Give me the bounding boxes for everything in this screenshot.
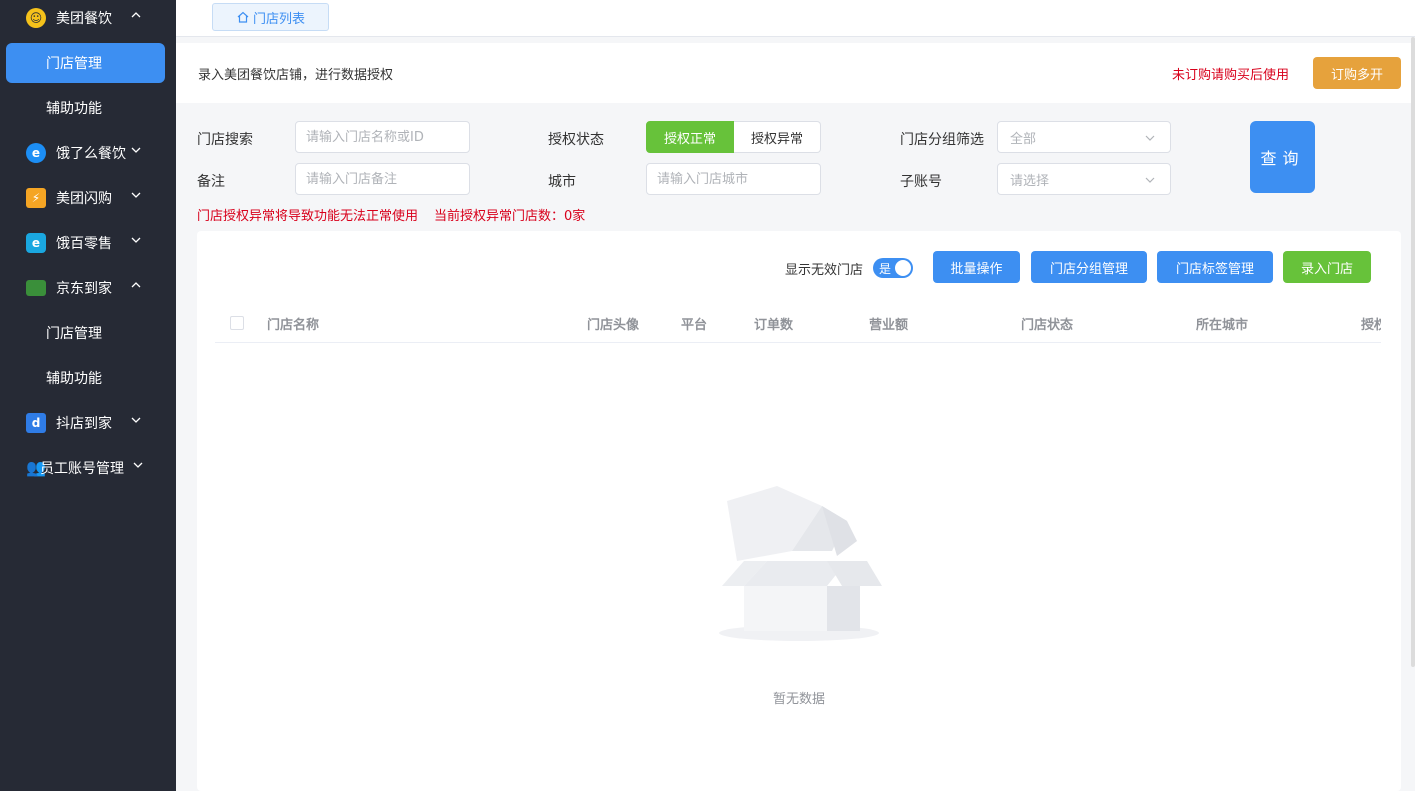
nav-sub-label: 辅助功能: [46, 371, 102, 387]
search-label: 门店搜索: [197, 132, 253, 148]
auth-status-toggle: 授权正常 授权异常: [646, 121, 821, 153]
meituan-icon: ☺: [26, 7, 46, 28]
sidebar-item-store-management[interactable]: 门店管理: [6, 43, 165, 83]
tab-bar: 门店列表: [176, 0, 1415, 37]
jd-icon: [26, 279, 46, 296]
eleme-icon: e: [26, 142, 46, 163]
store-table-card: 显示无效门店 是 批量操作 门店分组管理 门店标签管理 录入门店 门店名称 门店…: [197, 231, 1401, 791]
city-input[interactable]: [646, 163, 821, 195]
nav-sub-label: 辅助功能: [46, 101, 102, 117]
auth-normal-option[interactable]: 授权正常: [646, 121, 734, 153]
chevron-down-icon: [131, 192, 141, 198]
column-store-status: 门店状态: [1021, 318, 1074, 333]
switch-knob: [895, 260, 911, 276]
column-store-avatar: 门店头像: [587, 318, 640, 333]
chevron-down-icon: [1145, 177, 1155, 183]
batch-operation-button[interactable]: 批量操作: [933, 251, 1020, 283]
empty-text: 暂无数据: [772, 692, 825, 707]
nav-group-label: 美团闪购: [56, 190, 112, 207]
nav-group-staff[interactable]: 👥 员工账号管理: [0, 445, 176, 490]
show-invalid-switch[interactable]: 是: [873, 258, 913, 278]
subaccount-label: 子账号: [900, 174, 942, 190]
column-city: 所在城市: [1196, 318, 1249, 333]
nav-group-label: 饿了么餐饮: [56, 145, 126, 162]
column-revenue: 营业额: [869, 318, 909, 333]
add-store-button[interactable]: 录入门店: [1283, 251, 1371, 283]
chevron-up-icon: [131, 12, 141, 18]
sidebar-item-jd-store-management[interactable]: 门店管理: [6, 313, 165, 353]
tab-label: 门店列表: [252, 11, 305, 27]
column-order-count: 订单数: [754, 318, 794, 333]
switch-text: 是: [879, 262, 892, 276]
sidebar: ☺ 美团餐饮 门店管理 辅助功能 e 饿了么餐饮 ⚡ 美团闪购 e 饿百零售 京…: [0, 0, 176, 791]
sidebar-item-auxiliary[interactable]: 辅助功能: [6, 88, 165, 128]
chevron-up-icon: [131, 282, 141, 288]
subaccount-select[interactable]: 请选择: [997, 163, 1171, 195]
column-store-name: 门店名称: [267, 318, 320, 333]
nav-sub-label: 门店管理: [46, 56, 102, 72]
auth-warning-text: 门店授权异常将导致功能无法正常使用: [197, 209, 419, 224]
remark-label: 备注: [197, 174, 225, 190]
nav-group-elebai[interactable]: e 饿百零售: [0, 220, 176, 265]
select-all-checkbox[interactable]: [230, 316, 244, 330]
nav-group-label: 抖店到家: [56, 415, 112, 432]
tab-store-list[interactable]: 门店列表: [212, 3, 329, 31]
douyin-icon: d: [26, 412, 46, 433]
table-header: 门店名称 门店头像 平台 订单数 营业额 门店状态 所在城市 授权: [215, 303, 1381, 343]
column-platform: 平台: [681, 318, 708, 333]
show-invalid-label: 显示无效门店: [785, 263, 864, 278]
chevron-down-icon: [131, 147, 141, 153]
abnormal-count-text: 当前授权异常门店数：0家: [434, 209, 586, 224]
sidebar-item-jd-auxiliary[interactable]: 辅助功能: [6, 358, 165, 398]
nav-group-meituan-shangou[interactable]: ⚡ 美团闪购: [0, 175, 176, 220]
lightning-icon: ⚡: [26, 187, 46, 208]
auth-status-label: 授权状态: [548, 132, 604, 148]
remark-input[interactable]: [295, 163, 470, 195]
nav-group-label: 美团餐饮: [56, 10, 112, 27]
group-filter-value: 全部: [1010, 131, 1037, 147]
group-filter-select[interactable]: 全部: [997, 121, 1171, 153]
chevron-down-icon: [131, 237, 141, 243]
page-scrollbar[interactable]: [1411, 37, 1415, 667]
auth-alerts: 门店授权异常将导致功能无法正常使用 当前授权异常门店数：0家: [197, 205, 585, 224]
nav-group-meituan[interactable]: ☺ 美团餐饮: [0, 0, 176, 40]
empty-box-icon: [719, 486, 882, 641]
nav-sub-label: 门店管理: [46, 326, 102, 342]
notice-description: 录入美团餐饮店铺，进行数据授权: [198, 68, 394, 83]
buy-button[interactable]: 订购多开: [1313, 57, 1401, 89]
chevron-down-icon: [1145, 135, 1155, 141]
nav-group-jd[interactable]: 京东到家: [0, 265, 176, 310]
city-label: 城市: [548, 174, 576, 190]
chevron-down-icon: [131, 417, 141, 423]
query-button[interactable]: 查询: [1250, 121, 1315, 193]
subaccount-value: 请选择: [1010, 173, 1050, 189]
nav-group-label: 饿百零售: [56, 235, 112, 252]
search-input[interactable]: [295, 121, 470, 153]
chevron-down-icon: [133, 462, 143, 468]
subscribe-warning: 未订购请购买后使用: [1172, 68, 1290, 83]
notice-bar: 录入美团餐饮店铺，进行数据授权 未订购请购买后使用 订购多开: [176, 43, 1415, 103]
group-filter-label: 门店分组筛选: [900, 132, 984, 148]
auth-abnormal-option[interactable]: 授权异常: [734, 121, 821, 153]
nav-group-douyin[interactable]: d 抖店到家: [0, 400, 176, 445]
home-icon: [237, 11, 249, 23]
nav-group-label: 京东到家: [56, 280, 112, 297]
nav-group-eleme[interactable]: e 饿了么餐饮: [0, 130, 176, 175]
tag-manage-button[interactable]: 门店标签管理: [1157, 251, 1273, 283]
elebai-icon: e: [26, 232, 46, 253]
group-manage-button[interactable]: 门店分组管理: [1031, 251, 1147, 283]
nav-group-label: 员工账号管理: [40, 460, 124, 477]
column-auth: 授权: [1361, 318, 1381, 333]
